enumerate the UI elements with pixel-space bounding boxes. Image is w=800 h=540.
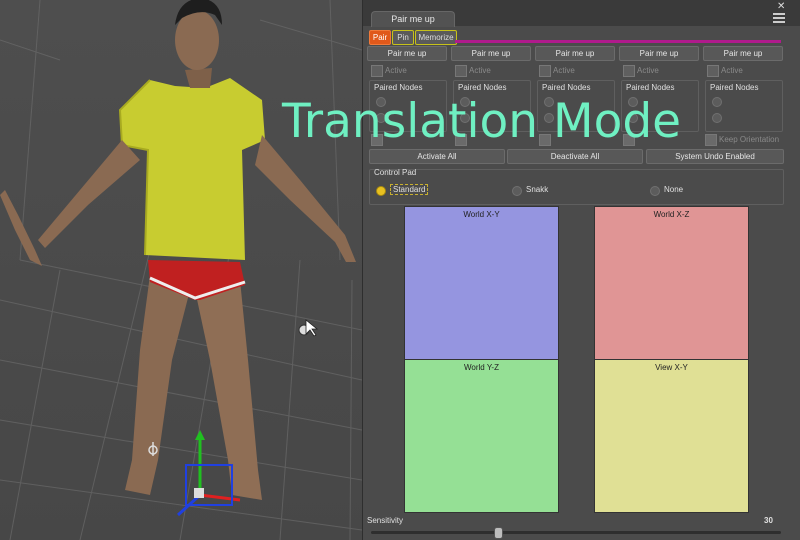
active-checkbox-2[interactable] [455,65,467,77]
character-figure [0,0,356,500]
paired-nodes-group-5: Paired Nodes [705,80,783,132]
radio-snakk-label[interactable]: Snakk [526,185,548,194]
node-radio-5a[interactable] [712,97,722,107]
active-label-3: Active [553,66,575,75]
activate-all-button[interactable]: Activate All [369,149,505,164]
subtab-pair[interactable]: Pair [369,30,391,45]
sensitivity-value: 30 [764,516,773,525]
radio-none[interactable] [650,186,660,196]
control-pad-group: Control Pad Standard Snakk None [369,168,784,205]
active-label-1: Active [385,66,407,75]
sensitivity-label: Sensitivity [367,516,404,525]
active-tab-bar [455,40,781,43]
deactivate-all-button[interactable]: Deactivate All [507,149,643,164]
pad-world-yz-label: World Y-Z [464,363,499,372]
paired-nodes-label-3: Paired Nodes [542,83,591,92]
control-pad-label: Control Pad [374,168,417,177]
mode-overlay-text: Translation Mode [282,94,682,149]
pair-me-up-panel: Pair me up ✕ Pair Pin Memorize Pair me u… [362,0,800,540]
pair-me-up-button-3[interactable]: Pair me up [535,46,615,61]
tab-pair-me-up[interactable]: Pair me up [371,11,455,27]
pair-me-up-button-2[interactable]: Pair me up [451,46,531,61]
pad-world-xz-label: World X-Z [653,210,690,219]
pad-world-xy[interactable]: World X-Y [404,206,559,360]
paired-nodes-label-1: Paired Nodes [374,83,423,92]
pad-world-xy-label: World X-Y [463,210,500,219]
pad-world-xz[interactable]: World X-Z [594,206,749,360]
sensitivity-slider-thumb[interactable] [494,527,504,539]
keep-orientation-label: Keep Orientation [719,135,780,144]
active-checkbox-5[interactable] [707,65,719,77]
cursor-icon [298,319,319,337]
active-checkbox-3[interactable] [539,65,551,77]
sensitivity-track[interactable] [371,531,781,534]
radio-none-label[interactable]: None [664,185,683,194]
active-label-5: Active [721,66,743,75]
pair-me-up-button-4[interactable]: Pair me up [619,46,699,61]
radio-standard[interactable] [376,186,386,196]
pair-me-up-button-5[interactable]: Pair me up [703,46,783,61]
subtab-pin[interactable]: Pin [392,30,414,45]
radio-snakk[interactable] [512,186,522,196]
close-icon[interactable]: ✕ [777,2,787,12]
subtab-memorize[interactable]: Memorize [415,30,457,45]
panel-tabbar: Pair me up ✕ [363,0,800,27]
pair-buttons-row: Pair me up Pair me up Pair me up Pair me… [367,46,787,61]
paired-nodes-label-4: Paired Nodes [626,83,675,92]
node-radio-5b[interactable] [712,113,722,123]
active-label-2: Active [469,66,491,75]
pad-view-xy[interactable]: View X-Y [594,359,749,513]
pad-world-yz[interactable]: World Y-Z [404,359,559,513]
active-checkbox-1[interactable] [371,65,383,77]
pair-me-up-button-1[interactable]: Pair me up [367,46,447,61]
paired-nodes-label-2: Paired Nodes [458,83,507,92]
pad-view-xy-label: View X-Y [655,363,688,372]
active-label-4: Active [637,66,659,75]
keep-checkbox-5[interactable] [705,134,717,146]
radio-standard-label[interactable]: Standard [390,184,429,195]
viewport-scene [0,0,362,540]
active-checkbox-4[interactable] [623,65,635,77]
paired-nodes-label-5: Paired Nodes [710,83,759,92]
system-undo-button[interactable]: System Undo Enabled [646,149,784,164]
panel-menu-icon[interactable] [773,13,785,23]
viewport-3d[interactable] [0,0,362,540]
